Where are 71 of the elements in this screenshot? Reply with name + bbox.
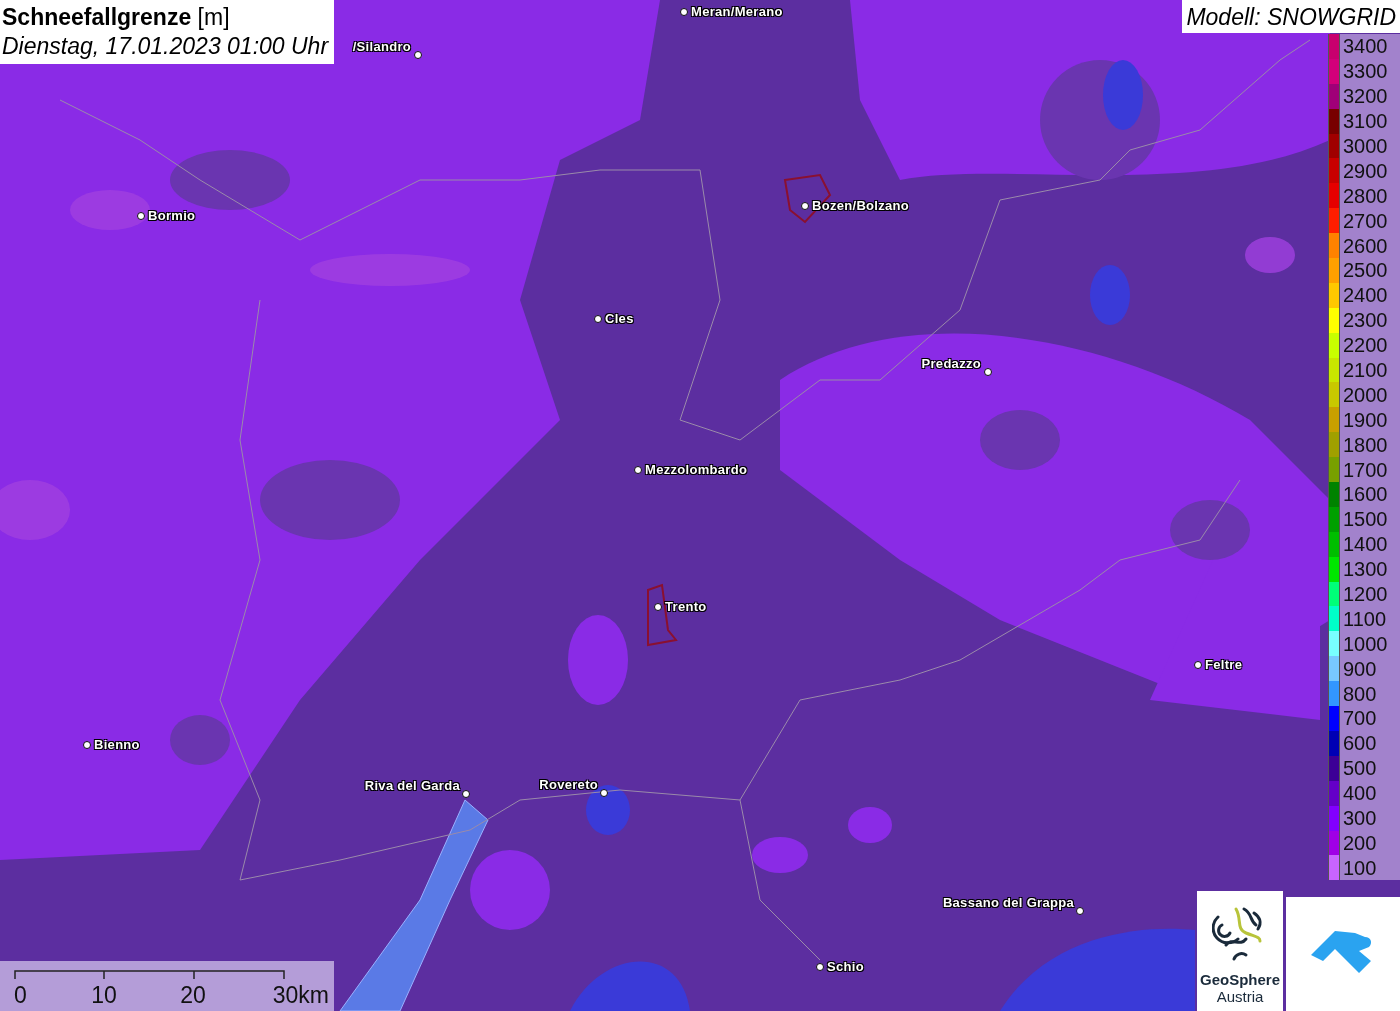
legend-value: 3100 [1343, 111, 1388, 132]
legend-value: 800 [1343, 683, 1377, 704]
legend-value: 2100 [1343, 360, 1388, 380]
scale-label: 30km [272, 982, 329, 1009]
legend-value: 100 [1343, 857, 1377, 878]
legend-value: 200 [1343, 832, 1377, 853]
city-label: Bozen/Bolzano [812, 198, 910, 213]
city-label: Meran/Merano [691, 4, 783, 19]
model-label: Modell: SNOWGRID [1182, 0, 1400, 33]
legend-value: 3400 [1343, 36, 1388, 57]
legend-value: 1200 [1343, 584, 1388, 605]
city-marker [600, 789, 608, 797]
legend-value: 2600 [1343, 235, 1388, 256]
scale-label: 0 [14, 982, 27, 1009]
city-label: Bienno [94, 737, 140, 752]
legend-value: 3000 [1343, 136, 1388, 156]
city-marker [634, 466, 642, 474]
legend-value: 1000 [1343, 633, 1388, 654]
city-marker [1194, 661, 1202, 669]
scale-label: 10 [91, 982, 117, 1009]
city-marker [137, 212, 145, 220]
city-label: Bassano del Grappa [942, 895, 1074, 910]
logo-name: GeoSphere [1200, 971, 1280, 988]
city-marker [654, 603, 662, 611]
city-marker [1076, 907, 1084, 915]
city-marker [680, 8, 688, 16]
legend-value: 1100 [1343, 608, 1386, 629]
legend-value: 700 [1343, 708, 1377, 729]
legend-value: 1700 [1343, 459, 1388, 480]
legend-value: 900 [1343, 658, 1377, 679]
legend-value: 2500 [1343, 260, 1388, 281]
city-marker [984, 368, 992, 376]
city-label: Trento [665, 599, 707, 614]
city-label: Feltre [1205, 657, 1243, 672]
legend-value: 3300 [1343, 61, 1388, 82]
legend-value: 300 [1343, 808, 1377, 829]
city-label: Cles [605, 311, 634, 326]
legend-value: 400 [1343, 783, 1377, 804]
legend-value: 600 [1343, 733, 1377, 754]
city-marker [801, 202, 809, 210]
legend-value: 2900 [1343, 160, 1388, 181]
legend-value: 2300 [1343, 310, 1388, 331]
legend-value: 2400 [1343, 285, 1388, 306]
city-marker [816, 963, 824, 971]
date-time: Dienstag, 17.01.2023 01:00 Uhr [2, 32, 329, 60]
city-label: Riva del Garda [364, 778, 460, 793]
city-marker [83, 741, 91, 749]
legend-value: 1600 [1343, 484, 1388, 505]
scale-label: 20 [180, 982, 206, 1009]
legend-value: 1400 [1343, 534, 1388, 555]
city-label: Predazzo [921, 356, 981, 371]
legend-value: 1800 [1343, 434, 1388, 455]
legend-value: 2700 [1343, 210, 1388, 231]
city-label: Bormio [148, 208, 196, 223]
legend-value: 500 [1343, 758, 1377, 779]
legend-value: 1900 [1343, 409, 1388, 430]
legend-value: 2200 [1343, 335, 1388, 356]
city-marker [594, 315, 602, 323]
map-title: Schneefallgrenze [m] [2, 3, 231, 32]
city-marker [414, 51, 422, 59]
city-label: /Silandro [352, 39, 411, 54]
legend-value: 1300 [1343, 559, 1388, 580]
city-label: Rovereto [539, 777, 598, 792]
legend-value: 1500 [1343, 509, 1388, 530]
legend-value: 2000 [1343, 384, 1388, 405]
city-label: Schio [827, 959, 864, 974]
city-marker [462, 790, 470, 798]
legend-value: 3200 [1343, 86, 1388, 107]
legend-value: 2800 [1343, 185, 1388, 206]
city-label: Mezzolombardo [645, 462, 748, 477]
logo-subtitle: Austria [1216, 988, 1264, 1006]
